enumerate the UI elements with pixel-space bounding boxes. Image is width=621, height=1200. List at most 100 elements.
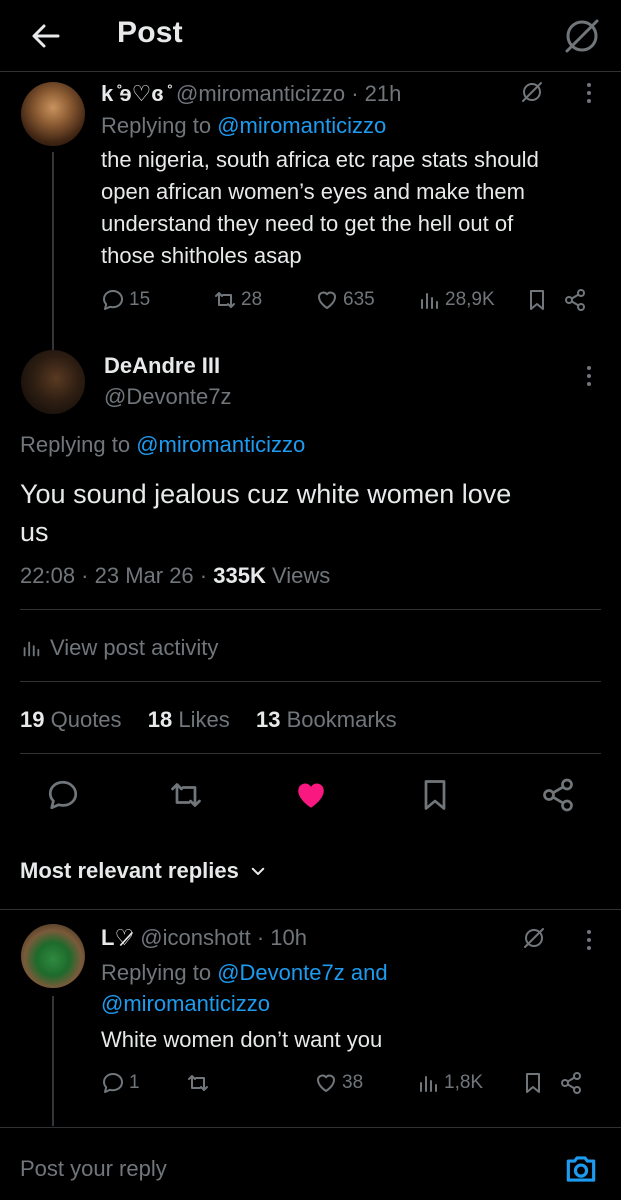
mention-and: and bbox=[350, 960, 388, 985]
text-line: those shitholes asap bbox=[101, 243, 302, 268]
text-line: open african women’s eyes and make them bbox=[101, 179, 525, 204]
bookmark-icon bbox=[521, 1071, 545, 1095]
view-activity-link[interactable]: View post activity bbox=[20, 634, 218, 662]
replying-prefix: Replying to bbox=[101, 960, 212, 985]
views-icon bbox=[416, 1071, 440, 1095]
repost-button[interactable]: 28 bbox=[213, 288, 315, 312]
views-button[interactable]: 28,9K bbox=[417, 288, 525, 312]
repost-count: 28 bbox=[241, 289, 263, 310]
share-button[interactable] bbox=[559, 1071, 589, 1095]
views-count: 28,9K bbox=[445, 289, 495, 310]
separator-dot: · bbox=[351, 81, 359, 106]
like-count: 635 bbox=[343, 289, 375, 310]
sort-dropdown[interactable]: Most relevant replies bbox=[20, 856, 267, 886]
handle[interactable]: @miromanticizzo bbox=[176, 81, 345, 106]
view-activity-label: View post activity bbox=[50, 635, 219, 660]
more-icon[interactable] bbox=[577, 364, 601, 388]
action-bar: 1 38 1,8K bbox=[101, 1071, 601, 1095]
views-button[interactable]: 1,8K bbox=[416, 1071, 521, 1095]
reply-icon bbox=[45, 777, 81, 813]
handle[interactable]: @iconshott bbox=[140, 925, 250, 950]
bookmark-icon bbox=[525, 288, 549, 312]
share-icon bbox=[563, 288, 587, 312]
bookmark-button[interactable] bbox=[525, 288, 563, 312]
views-count: 335K bbox=[213, 563, 266, 588]
likes-stat[interactable]: 18 Likes bbox=[148, 707, 230, 732]
post-text: White women don’t want you bbox=[101, 1027, 383, 1052]
reply-button[interactable]: 15 bbox=[101, 288, 213, 312]
reply-input[interactable]: Post your reply bbox=[20, 1154, 167, 1184]
action-bar: 15 28 635 28,9K bbox=[101, 288, 601, 312]
quotes-label: Quotes bbox=[50, 707, 122, 732]
views-icon bbox=[20, 637, 42, 659]
divider bbox=[20, 753, 601, 754]
reply-count: 1 bbox=[129, 1072, 140, 1093]
text-line: understand they need to get the hell out… bbox=[101, 211, 514, 236]
quotes-stat[interactable]: 19 Quotes bbox=[20, 707, 122, 732]
grok-icon[interactable] bbox=[520, 80, 544, 104]
bookmark-button[interactable] bbox=[521, 1071, 559, 1095]
views-label: Views bbox=[271, 563, 331, 588]
repost-icon bbox=[168, 777, 204, 813]
reply-button[interactable]: 1 bbox=[101, 1071, 186, 1095]
like-button[interactable]: 38 bbox=[314, 1071, 416, 1095]
thread-line bbox=[52, 152, 54, 356]
text-line: the nigeria, south africa etc rape stats… bbox=[101, 147, 539, 172]
post-text: You sound jealous cuz white women love u… bbox=[20, 475, 600, 551]
reply-icon bbox=[101, 1071, 125, 1095]
post-text: the nigeria, south africa etc rape stats… bbox=[101, 144, 611, 272]
likes-count: 18 bbox=[147, 707, 173, 732]
grok-icon[interactable] bbox=[562, 16, 602, 56]
views-icon bbox=[417, 288, 441, 312]
divider bbox=[20, 609, 601, 610]
grok-icon[interactable] bbox=[522, 926, 546, 950]
reply-icon bbox=[101, 288, 125, 312]
text-line: You sound jealous cuz white women love bbox=[20, 479, 512, 509]
camera-button[interactable] bbox=[562, 1150, 600, 1188]
avatar[interactable] bbox=[21, 82, 85, 146]
display-name[interactable]: k ̊ɘ♡ɞ ̊ bbox=[101, 81, 170, 106]
chevron-down-icon bbox=[249, 862, 267, 880]
mention-link[interactable]: @miromanticizzo bbox=[101, 991, 270, 1016]
like-icon bbox=[293, 777, 329, 813]
likes-label: Likes bbox=[178, 707, 230, 732]
bookmark-button[interactable] bbox=[417, 777, 453, 813]
repost-button[interactable] bbox=[186, 1071, 314, 1095]
mention-link[interactable]: @miromanticizzo bbox=[217, 113, 386, 138]
share-button[interactable] bbox=[563, 288, 593, 312]
avatar[interactable] bbox=[21, 350, 85, 414]
post-time[interactable]: 10h bbox=[270, 925, 307, 950]
back-arrow-icon[interactable] bbox=[28, 18, 64, 54]
engagement-stats: 19 Quotes 18 Likes 13 Bookmarks bbox=[20, 706, 397, 734]
like-button[interactable] bbox=[293, 777, 329, 813]
replying-prefix: Replying to bbox=[101, 113, 212, 138]
mention-link[interactable]: @miromanticizzo bbox=[136, 432, 305, 457]
bookmarks-label: Bookmarks bbox=[286, 707, 397, 732]
post-timestamp[interactable]: 22:08 · 23 Mar 26 · bbox=[20, 563, 207, 588]
more-icon[interactable] bbox=[577, 928, 601, 952]
divider bbox=[0, 909, 621, 910]
repost-button[interactable] bbox=[168, 777, 204, 813]
handle[interactable]: @Devonte7z bbox=[104, 384, 232, 409]
display-name[interactable]: L♡̷ bbox=[101, 925, 134, 950]
display-name[interactable]: DeAndre III bbox=[104, 353, 220, 378]
reply-button[interactable] bbox=[45, 777, 81, 813]
reply-placeholder: Post your reply bbox=[20, 1156, 167, 1181]
repost-icon bbox=[213, 288, 237, 312]
bookmarks-stat[interactable]: 13 Bookmarks bbox=[256, 707, 397, 732]
post-time[interactable]: 21h bbox=[365, 81, 402, 106]
like-button[interactable]: 635 bbox=[315, 288, 417, 312]
mention-link[interactable]: @Devonte7z bbox=[217, 960, 345, 985]
like-count: 38 bbox=[342, 1072, 364, 1093]
views-count: 1,8K bbox=[444, 1072, 484, 1093]
like-icon bbox=[314, 1071, 338, 1095]
avatar[interactable] bbox=[21, 924, 85, 988]
top-bar: Post bbox=[0, 0, 621, 72]
share-button[interactable] bbox=[540, 777, 576, 813]
share-icon bbox=[559, 1071, 583, 1095]
thread-line bbox=[52, 996, 54, 1126]
more-icon[interactable] bbox=[577, 81, 601, 105]
reply-count: 15 bbox=[129, 289, 151, 310]
page-title: Post bbox=[117, 16, 183, 49]
divider bbox=[0, 1127, 621, 1128]
